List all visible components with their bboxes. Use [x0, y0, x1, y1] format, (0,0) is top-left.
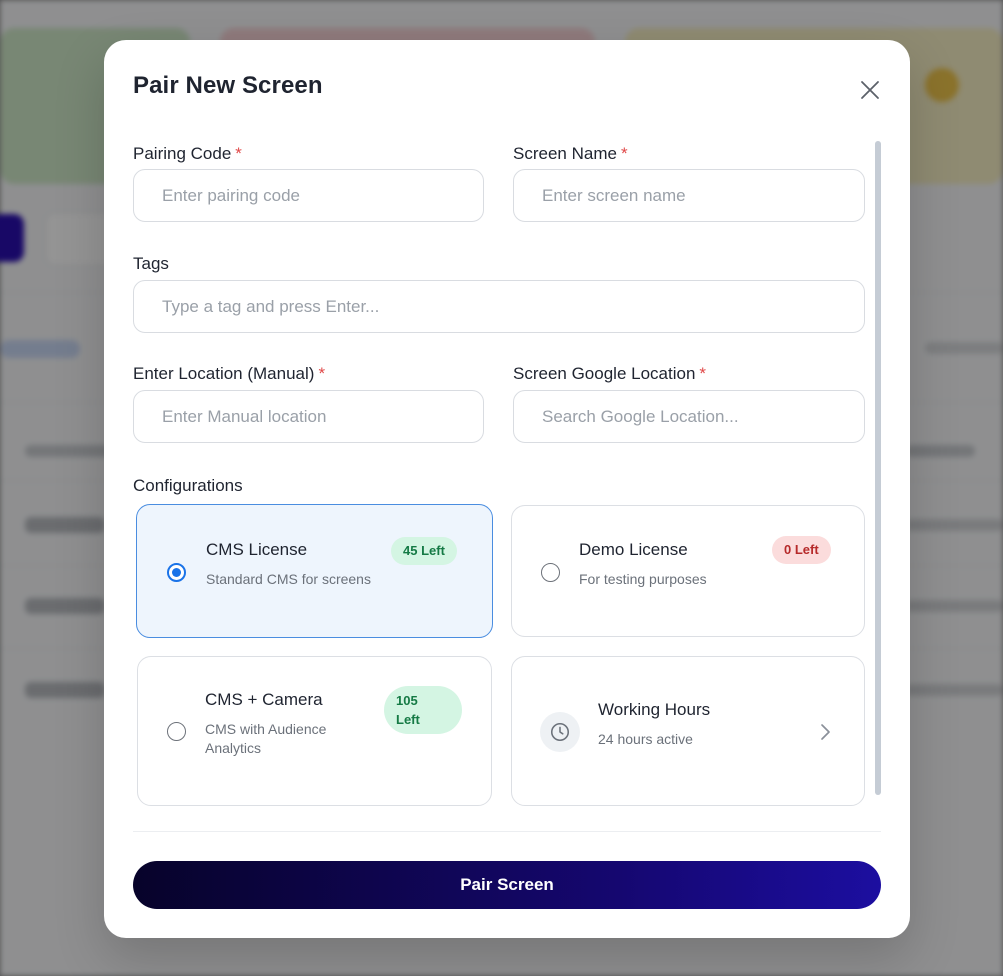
config-option-demo-license[interactable]: Demo License For testing purposes 0 Left — [511, 505, 865, 637]
screen-name-label-text: Screen Name — [513, 144, 617, 163]
pairing-code-label-text: Pairing Code — [133, 144, 232, 163]
google-location-input[interactable] — [513, 390, 865, 443]
radio-demo-license[interactable] — [541, 563, 560, 582]
configurations-label: Configurations — [133, 476, 243, 495]
working-hours-title: Working Hours — [598, 700, 711, 719]
option-subtitle: CMS with Audience Analytics — [205, 720, 326, 758]
config-option-cms-license[interactable]: CMS License Standard CMS for screens 45 … — [136, 504, 493, 638]
config-option-cms-camera[interactable]: CMS + Camera CMS with Audience Analytics… — [137, 656, 492, 806]
option-title: CMS + Camera — [205, 690, 323, 709]
google-location-label: Screen Google Location * — [513, 364, 706, 384]
clock-icon-wrapper — [540, 712, 580, 752]
close-button[interactable] — [856, 76, 884, 104]
option-title: Demo License — [579, 540, 688, 559]
required-mark: * — [318, 364, 326, 383]
option-subtitle-line: Analytics — [205, 740, 262, 756]
pair-screen-modal: Pair New Screen Pairing Code* Screen Nam… — [104, 40, 910, 938]
required-mark: * — [235, 144, 242, 163]
license-count-badge: 105 Left — [384, 686, 462, 734]
google-location-label-text: Screen Google Location — [513, 364, 696, 383]
option-title: CMS License — [206, 540, 308, 559]
modal-title: Pair New Screen — [133, 72, 323, 99]
badge-line: Left — [396, 712, 420, 727]
license-count-badge: 0 Left — [772, 536, 831, 564]
radio-cms-camera[interactable] — [167, 722, 186, 741]
radio-cms-license[interactable] — [167, 563, 186, 582]
required-mark: * — [620, 144, 628, 163]
working-hours-card[interactable]: Working Hours 24 hours active — [511, 656, 865, 806]
screen-name-label: Screen Name * — [513, 144, 628, 164]
screen-name-input[interactable] — [513, 169, 865, 222]
required-mark: * — [699, 364, 707, 383]
manual-location-label: Enter Location (Manual) * — [133, 364, 325, 384]
chevron-right-icon — [821, 724, 830, 740]
option-subtitle-line: CMS with Audience — [205, 721, 327, 737]
clock-icon — [550, 722, 570, 742]
badge-line: 105 — [396, 693, 418, 708]
tags-input[interactable] — [133, 280, 865, 333]
license-count-badge: 45 Left — [391, 537, 457, 565]
pairing-code-input[interactable] — [133, 169, 484, 222]
pair-screen-button[interactable]: Pair Screen — [133, 861, 881, 909]
tags-label: Tags — [133, 254, 169, 273]
manual-location-input[interactable] — [133, 390, 484, 443]
close-icon — [861, 81, 879, 99]
manual-location-label-text: Enter Location (Manual) — [133, 364, 315, 383]
option-subtitle: For testing purposes — [579, 571, 707, 587]
option-subtitle: Standard CMS for screens — [206, 571, 371, 587]
footer-divider — [133, 831, 881, 832]
scrollbar-thumb[interactable] — [875, 141, 881, 795]
working-hours-subtitle: 24 hours active — [598, 731, 693, 747]
pairing-code-label: Pairing Code * — [133, 144, 242, 164]
scrollbar-track[interactable] — [875, 141, 881, 795]
